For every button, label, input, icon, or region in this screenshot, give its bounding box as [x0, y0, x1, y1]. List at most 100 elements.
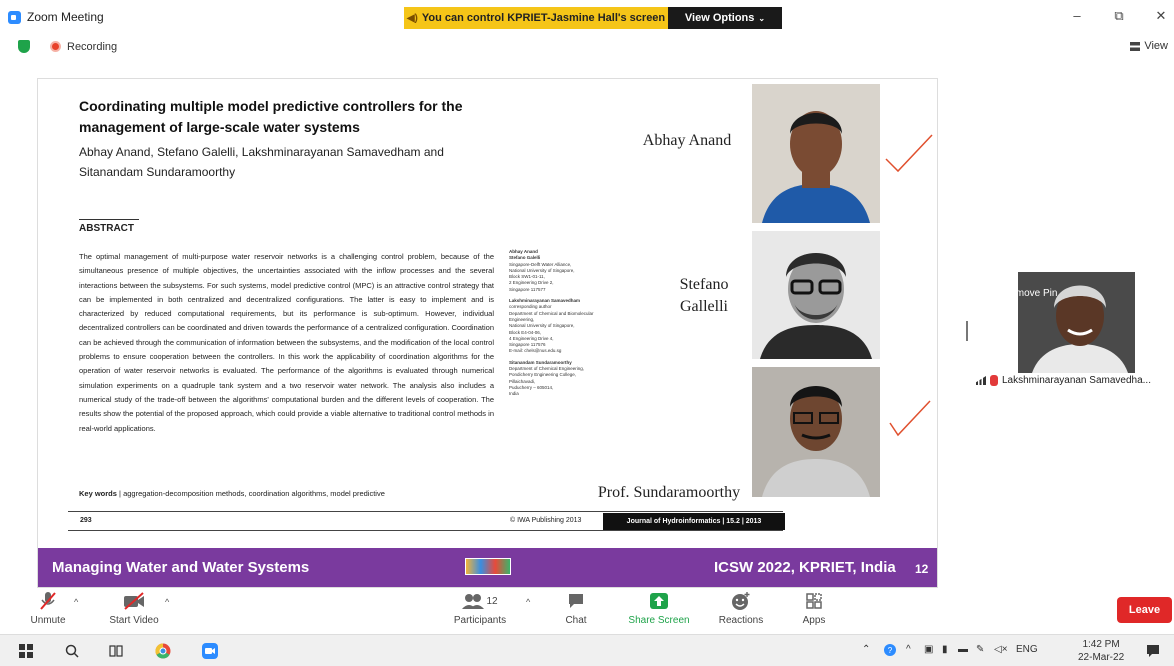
- task-view-icon[interactable]: [108, 643, 124, 659]
- participant-name-bar: Lakshminarayanan Samavedha...: [976, 375, 1151, 386]
- recording-icon: [50, 41, 61, 52]
- keywords-label: Key words: [79, 489, 117, 498]
- remote-control-banner[interactable]: ◀) You can control KPRIET-Jasmine Hall's…: [404, 7, 668, 29]
- windows-start-icon[interactable]: [18, 643, 34, 659]
- abstract-text: The optimal management of multi-purpose …: [79, 252, 494, 433]
- os-taskbar: ⌃ ? ^ ▣ ▮ ▬ ✎ ◁× ENG 1:42 PM 22-Mar-22: [0, 634, 1174, 666]
- speaker-name-1: Abhay Anand: [642, 132, 732, 149]
- affiliation-block: Lakshminarayanan Samavedham correspondin…: [509, 298, 629, 355]
- apps-button[interactable]: Apps: [776, 591, 852, 626]
- notification-icon[interactable]: [1146, 644, 1160, 661]
- camera-off-icon: [123, 591, 145, 611]
- unmute-label: Unmute: [30, 615, 66, 626]
- clock-date: 22-Mar-22: [1078, 652, 1125, 663]
- audio-options-caret[interactable]: ^: [74, 597, 78, 607]
- battery-icon[interactable]: ▮: [942, 644, 948, 655]
- help-icon[interactable]: ?: [884, 644, 896, 659]
- share-screen-icon: [649, 591, 669, 611]
- check-mark-1: [885, 134, 933, 173]
- participants-count: 12: [486, 595, 498, 607]
- share-screen-label: Share Screen: [628, 615, 690, 626]
- leave-button[interactable]: Leave: [1117, 597, 1172, 623]
- recording-label[interactable]: Recording: [67, 41, 117, 53]
- affiliation-lines: corresponding author Department of Chemi…: [509, 304, 594, 354]
- video-options-caret[interactable]: ^: [165, 597, 169, 607]
- search-icon[interactable]: [64, 643, 80, 659]
- network-icon[interactable]: ▣: [924, 644, 933, 655]
- zoom-meeting-window: Zoom Meeting ◀) You can control KPRIET-J…: [0, 0, 1174, 666]
- minimize-button[interactable]: –: [1068, 8, 1086, 23]
- thumbnail-drag-handle[interactable]: [966, 321, 968, 341]
- speaker-photo-2: [752, 231, 880, 359]
- slide-footer-band: Managing Water and Water Systems ICSW 20…: [38, 548, 937, 587]
- chat-icon: [567, 591, 585, 611]
- check-mark-2: [889, 400, 931, 437]
- slide-footer-title: Managing Water and Water Systems: [52, 559, 310, 576]
- mic-off-icon: [39, 591, 57, 611]
- participants-icon: 12: [462, 591, 498, 611]
- app-title: Zoom Meeting: [8, 10, 104, 24]
- abstract-heading: ABSTRACT: [79, 219, 139, 234]
- apps-icon: [805, 591, 823, 611]
- chrome-icon[interactable]: [155, 643, 171, 659]
- chevron-down-icon: ⌄: [758, 13, 766, 23]
- pen-icon[interactable]: ✎: [976, 644, 984, 655]
- reactions-button[interactable]: Reactions: [703, 591, 779, 626]
- display-icon[interactable]: ▬: [958, 644, 968, 655]
- chat-label: Chat: [565, 615, 587, 626]
- paper-authors: Abhay Anand, Stefano Galelli, Lakshminar…: [79, 145, 444, 179]
- security-shield-icon[interactable]: [18, 40, 30, 53]
- remove-pin-label: Remove Pin: [1003, 288, 1058, 299]
- control-banner-text: You can control KPRIET-Jasmine Hall's sc…: [421, 12, 666, 24]
- close-button[interactable]: ✕: [1152, 8, 1170, 24]
- zoom-taskbar-icon[interactable]: [202, 643, 218, 659]
- affiliation-lines: Department of Chemical Engineering, Pond…: [509, 366, 585, 397]
- paper-title: Coordinating multiple model predictive c…: [79, 98, 463, 135]
- keywords: Key words | aggregation-decomposition me…: [79, 489, 494, 498]
- journal-badge: Journal of Hydroinformatics | 15.2 | 201…: [603, 513, 785, 530]
- participants-button[interactable]: 12 Participants: [442, 591, 518, 626]
- share-screen-button[interactable]: Share Screen: [621, 591, 697, 626]
- connection-signal-icon: [976, 376, 986, 385]
- svg-text:?: ?: [888, 646, 893, 655]
- grid-view-icon: [1130, 41, 1141, 51]
- view-options-label: View Options: [684, 12, 755, 24]
- keywords-text: aggregation-decomposition methods, coord…: [123, 489, 385, 498]
- reactions-icon: [731, 591, 751, 611]
- participant-name: Lakshminarayanan Samavedha...: [1002, 375, 1151, 386]
- affiliation-block: Sitanandam Sundaramoorthy Department of …: [509, 360, 629, 398]
- pin-icon: [992, 288, 999, 299]
- participants-options-caret[interactable]: ^: [526, 597, 530, 607]
- slide-footer-event: ICSW 2022, KPRIET, India: [714, 559, 896, 576]
- speaker-icon: ◀): [406, 12, 418, 24]
- speaker-name-3: Prof. Sundaramoorthy: [597, 484, 741, 501]
- tray-overflow-icon[interactable]: ⌃: [862, 644, 870, 655]
- slide-number: 12: [915, 562, 929, 576]
- speaker-photo-1: [752, 84, 880, 223]
- publisher: © IWA Publishing 2013: [510, 517, 582, 524]
- participants-label: Participants: [453, 615, 507, 626]
- clock-time: 1:42 PM: [1082, 639, 1120, 650]
- system-clock[interactable]: 1:42 PM 22-Mar-22: [1078, 638, 1124, 664]
- affiliations: Abhay Anand Stefano Galelli Singapore-De…: [509, 249, 629, 403]
- remove-pin-button[interactable]: Remove Pin: [992, 288, 1057, 299]
- volume-icon[interactable]: ◁×: [994, 644, 1008, 655]
- affiliation-names: Abhay Anand Stefano Galelli: [509, 249, 541, 261]
- page-number: 293: [80, 517, 92, 524]
- chat-button[interactable]: Chat: [538, 591, 614, 626]
- restore-button[interactable]: ⧉: [1110, 8, 1128, 24]
- reactions-label: Reactions: [718, 615, 764, 626]
- window-title: Zoom Meeting: [27, 10, 104, 24]
- speaker-name-2: Stefano Gallelli: [679, 276, 729, 315]
- start-video-button[interactable]: Start Video: [96, 591, 172, 626]
- title-bar: Zoom Meeting ◀) You can control KPRIET-J…: [0, 0, 1174, 34]
- view-button[interactable]: View: [1130, 40, 1168, 52]
- affiliation-lines: Singapore-Delft Water Alliance, National…: [509, 261, 575, 292]
- input-language[interactable]: ENG: [1016, 644, 1038, 655]
- view-label: View: [1144, 40, 1168, 52]
- view-options-button[interactable]: View Options ⌄: [668, 7, 782, 29]
- chevron-up-icon[interactable]: ^: [906, 644, 911, 655]
- zoom-logo-icon: [8, 10, 21, 24]
- conference-logo: [465, 558, 511, 575]
- shared-screen-slide[interactable]: Coordinating multiple model predictive c…: [37, 78, 938, 588]
